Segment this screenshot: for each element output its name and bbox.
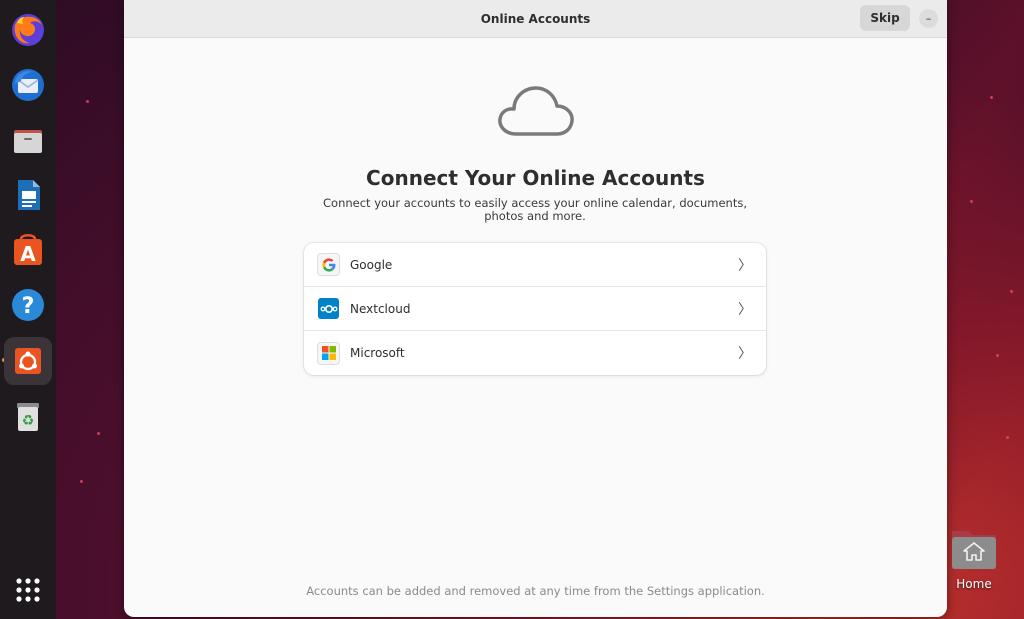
- wallpaper-dot: [86, 100, 89, 103]
- provider-label: Google: [350, 257, 393, 272]
- provider-label: Nextcloud: [350, 301, 411, 316]
- show-apps-icon[interactable]: [4, 566, 52, 614]
- chevron-right-icon: 〉: [738, 301, 752, 318]
- nextcloud-icon: [318, 298, 339, 319]
- wallpaper-dot: [1006, 436, 1009, 439]
- titlebar: Online Accounts Skip –: [124, 0, 947, 38]
- chevron-right-icon: 〉: [738, 346, 752, 362]
- provider-list: Google 〉 Nextcloud 〉 Microsoft 〉: [304, 243, 766, 375]
- page-title: Connect Your Online Accounts: [366, 166, 705, 190]
- provider-row-nextcloud[interactable]: Nextcloud 〉: [304, 287, 766, 331]
- provider-label: Microsoft: [350, 346, 405, 360]
- ubuntu-installer-icon[interactable]: [4, 337, 52, 385]
- page-subtitle: Connect your accounts to easily access y…: [323, 196, 747, 223]
- google-icon: [318, 254, 339, 275]
- wallpaper-dot: [1010, 290, 1013, 293]
- svg-text:?: ?: [22, 294, 35, 319]
- provider-row-microsoft[interactable]: Microsoft 〉: [304, 331, 766, 375]
- wallpaper-dot: [97, 432, 100, 435]
- libreoffice-writer-icon[interactable]: [4, 171, 52, 219]
- svg-text:A: A: [20, 242, 36, 266]
- skip-button[interactable]: Skip: [860, 5, 910, 31]
- cloud-icon: [498, 86, 574, 136]
- wallpaper-dot: [996, 354, 999, 357]
- trash-icon[interactable]: ♻: [4, 392, 52, 440]
- window-title: Online Accounts: [480, 11, 591, 26]
- files-icon[interactable]: [4, 116, 52, 164]
- home-folder-icon[interactable]: [950, 527, 998, 571]
- wallpaper-dot: [970, 200, 973, 203]
- thunderbird-icon[interactable]: [4, 61, 52, 109]
- help-icon[interactable]: ?: [4, 281, 52, 329]
- footer-note: Accounts can be added and removed at any…: [306, 584, 765, 598]
- minimize-button[interactable]: –: [919, 9, 938, 28]
- provider-row-google[interactable]: Google 〉: [304, 243, 766, 287]
- online-accounts-window: Online Accounts Skip – Connect Your Onli…: [124, 0, 947, 617]
- app-center-icon[interactable]: A: [4, 226, 52, 274]
- dock: A ? ♻: [0, 0, 56, 619]
- chevron-right-icon: 〉: [738, 257, 752, 274]
- svg-text:♻: ♻: [22, 413, 35, 429]
- wallpaper-dot: [80, 480, 83, 483]
- home-folder-label[interactable]: Home: [944, 577, 1004, 591]
- wallpaper-dot: [990, 96, 993, 99]
- firefox-icon[interactable]: [4, 6, 52, 54]
- microsoft-icon: [318, 342, 339, 364]
